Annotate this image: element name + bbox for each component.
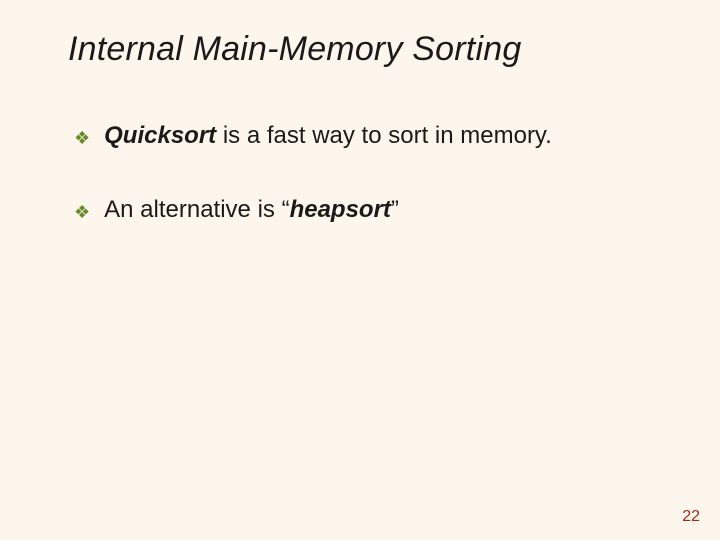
bullet-pre: An alternative is “ (104, 196, 289, 223)
bullet-rest: is a fast way to sort in memory. (216, 122, 552, 149)
bullet-text: An alternative is “heapsort” (104, 194, 399, 226)
bullet-diamond-icon: ❖ (74, 200, 90, 224)
bullet-diamond-icon: ❖ (74, 126, 90, 150)
bullet-item: ❖ Quicksort is a fast way to sort in mem… (74, 120, 670, 152)
bullet-item: ❖ An alternative is “heapsort” (74, 194, 670, 226)
bullet-post: ” (391, 196, 399, 223)
bullet-term: heapsort (290, 196, 391, 223)
bullet-text: Quicksort is a fast way to sort in memor… (104, 120, 552, 152)
slide-title: Internal Main-Memory Sorting (68, 30, 521, 69)
page-number: 22 (682, 508, 700, 526)
slide: Internal Main-Memory Sorting ❖ Quicksort… (0, 0, 720, 540)
bullet-term: Quicksort (104, 122, 216, 149)
slide-body: ❖ Quicksort is a fast way to sort in mem… (74, 120, 670, 269)
